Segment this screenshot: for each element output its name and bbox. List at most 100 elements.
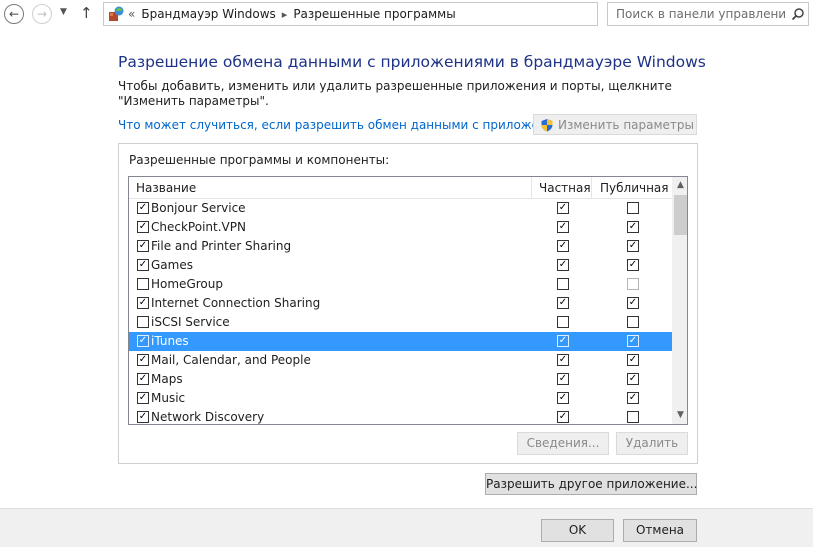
breadcrumb[interactable]: « Брандмауэр Windows ▸ Разрешенные прогр… [103,2,693,26]
ok-button[interactable]: OK [541,519,614,542]
change-settings-button[interactable]: Изменить параметры [533,114,697,135]
private-checkbox[interactable]: ✓ [557,259,569,271]
enabled-checkbox[interactable]: ✓ [137,240,149,252]
search-box[interactable] [607,2,809,26]
page-title: Разрешение обмена данными с приложениями… [118,53,706,71]
allowed-apps-group: Разрешенные программы и компоненты: Назв… [118,143,698,464]
table-row[interactable]: ✓ Internet Connection Sharing ✓ ✓ [129,294,672,313]
app-name: HomeGroup [151,277,223,291]
private-checkbox[interactable]: ✓ [557,373,569,385]
page-description: Чтобы добавить, изменить или удалить раз… [118,79,672,108]
private-checkbox[interactable] [557,278,569,290]
chevron-right-icon[interactable]: ▸ [282,8,288,21]
public-checkbox[interactable]: ✓ [627,354,639,366]
public-checkbox[interactable]: ✓ [627,373,639,385]
public-checkbox[interactable]: ✓ [627,335,639,347]
change-settings-label: Изменить параметры [558,117,695,132]
arrow-right-icon: → [36,7,48,21]
public-checkbox[interactable] [627,316,639,328]
shield-icon [541,118,553,131]
column-header-private[interactable]: Частная [539,177,591,199]
breadcrumb-overflow[interactable]: « [128,7,135,21]
column-header-name[interactable]: Название [136,177,196,199]
cancel-button[interactable]: Отмена [623,519,697,542]
public-checkbox[interactable]: ✓ [627,297,639,309]
app-name: Music [151,391,186,405]
up-button[interactable]: ↑ [80,4,93,22]
public-checkbox[interactable]: ✓ [627,221,639,233]
private-checkbox[interactable]: ✓ [557,202,569,214]
public-checkbox[interactable] [627,411,639,423]
private-checkbox[interactable]: ✓ [557,335,569,347]
table-row[interactable]: ✓ CheckPoint.VPN ✓ ✓ [129,218,672,237]
risk-help-link[interactable]: Что может случиться, если разрешить обме… [118,118,577,132]
table-row[interactable]: ✓ Bonjour Service ✓ [129,199,672,218]
app-name: Bonjour Service [151,201,246,215]
app-name: File and Printer Sharing [151,239,292,253]
apps-list[interactable]: Название Частная Публичная ✓ Bonjour Serv… [128,176,688,425]
remove-button[interactable]: Удалить [616,432,688,455]
search-input[interactable] [608,3,786,25]
private-checkbox[interactable]: ✓ [557,240,569,252]
private-checkbox[interactable]: ✓ [557,297,569,309]
enabled-checkbox[interactable]: ✓ [137,373,149,385]
allow-another-app-button[interactable]: Разрешить другое приложение... [485,473,697,495]
private-checkbox[interactable] [557,316,569,328]
enabled-checkbox[interactable]: ✓ [137,354,149,366]
details-button[interactable]: Сведения... [517,432,609,455]
app-name: Internet Connection Sharing [151,296,321,310]
app-name: Mail, Calendar, and People [151,353,311,367]
private-checkbox[interactable]: ✓ [557,411,569,423]
enabled-checkbox[interactable]: ✓ [137,259,149,271]
private-checkbox[interactable]: ✓ [557,392,569,404]
enabled-checkbox[interactable]: ✓ [137,202,149,214]
table-row[interactable]: ✓ Music ✓ ✓ [129,389,672,408]
dialog-footer: OK Отмена [0,508,813,547]
public-checkbox[interactable] [627,278,639,290]
recent-pages-dropdown[interactable]: ▼ [60,7,67,17]
public-checkbox[interactable]: ✓ [627,259,639,271]
private-checkbox[interactable]: ✓ [557,221,569,233]
column-header-public[interactable]: Публичная [600,177,669,199]
forward-button[interactable]: → [32,4,52,24]
app-name: CheckPoint.VPN [151,220,246,234]
breadcrumb-allowed-programs[interactable]: Разрешенные программы [293,7,455,21]
enabled-checkbox[interactable] [137,316,149,328]
arrow-left-icon: ← [8,7,20,21]
table-row[interactable]: ✓ iTunes ✓ ✓ [129,332,672,351]
app-name: iTunes [151,334,189,348]
table-row[interactable]: ✓ Mail, Calendar, and People ✓ ✓ [129,351,672,370]
table-row[interactable]: ✓ Maps ✓ ✓ [129,370,672,389]
public-checkbox[interactable] [627,202,639,214]
table-row[interactable]: ✓ Network Discovery ✓ [129,408,672,424]
app-name: iSCSI Service [151,315,230,329]
list-header: Название Частная Публичная [129,177,672,199]
enabled-checkbox[interactable] [137,278,149,290]
table-row[interactable]: HomeGroup [129,275,672,294]
enabled-checkbox[interactable]: ✓ [137,411,149,423]
back-button[interactable]: ← [4,4,24,24]
scroll-thumb[interactable] [674,195,687,235]
control-panel-icon [109,6,124,21]
scroll-up-icon[interactable]: ▲ [672,177,687,194]
breadcrumb-firewall[interactable]: Брандмауэр Windows [141,7,275,21]
vertical-scrollbar[interactable]: ▲ ▼ [672,177,687,424]
public-checkbox[interactable]: ✓ [627,392,639,404]
table-row[interactable]: ✓ Games ✓ ✓ [129,256,672,275]
column-divider[interactable] [591,177,592,199]
enabled-checkbox[interactable]: ✓ [137,221,149,233]
enabled-checkbox[interactable]: ✓ [137,335,149,347]
app-name: Games [151,258,193,272]
enabled-checkbox[interactable]: ✓ [137,392,149,404]
table-row[interactable]: iSCSI Service [129,313,672,332]
private-checkbox[interactable]: ✓ [557,354,569,366]
public-checkbox[interactable]: ✓ [627,240,639,252]
enabled-checkbox[interactable]: ✓ [137,297,149,309]
address-bar: ← → ▼ ↑ « Брандмауэр Windows ▸ Разрешенн… [0,0,813,28]
app-name: Network Discovery [151,410,265,424]
search-icon[interactable] [791,7,805,21]
column-divider[interactable] [531,177,532,199]
scroll-down-icon[interactable]: ▼ [672,407,687,424]
table-row[interactable]: ✓ File and Printer Sharing ✓ ✓ [129,237,672,256]
group-label: Разрешенные программы и компоненты: [129,153,390,167]
